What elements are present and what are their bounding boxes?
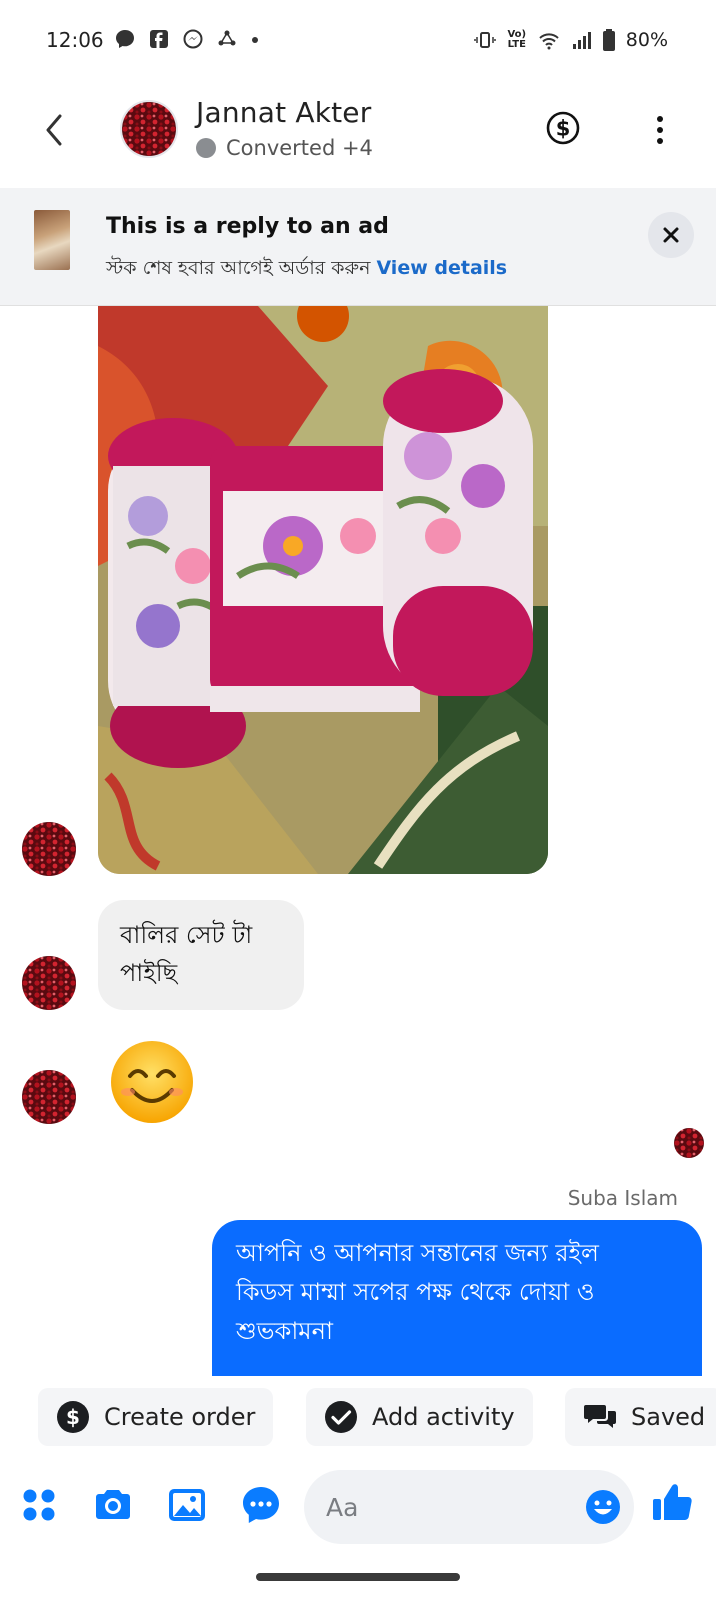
ad-reply-banner: This is a reply to an ad স্টক শেষ হবার আ… xyxy=(0,188,716,306)
conversation-header: Jannat Akter Converted +4 $ xyxy=(0,88,716,184)
signal-icon xyxy=(572,32,591,49)
photo-message-pillow-set[interactable] xyxy=(98,306,548,874)
ad-subtitle-text: স্টক শেষ হবার আগেই অর্ডার করুন xyxy=(106,257,371,279)
message-composer xyxy=(0,1462,716,1552)
check-circle-icon xyxy=(325,1401,357,1433)
contact-name[interactable]: Jannat Akter xyxy=(196,96,371,129)
messenger-outline-icon xyxy=(183,29,203,49)
back-arrow-icon[interactable] xyxy=(38,108,74,152)
outgoing-message-line: কিডস মাম্মা সপের পক্ষ থেকে দোয়া ও xyxy=(236,1278,595,1306)
chat-options-icon[interactable] xyxy=(240,1484,282,1526)
create-order-label: Create order xyxy=(104,1403,256,1431)
volte-indicator: Vo) LTE xyxy=(507,29,527,50)
pillow-set-photo xyxy=(98,306,548,874)
contact-status: Converted +4 xyxy=(196,136,373,160)
offline-dot-icon xyxy=(196,138,216,158)
wifi-icon xyxy=(539,33,559,50)
system-indicators: Vo) LTE 80% xyxy=(474,28,668,52)
incoming-message-line: বালির সেট টা xyxy=(120,921,253,949)
sender-avatar[interactable] xyxy=(22,822,76,876)
gallery-icon[interactable] xyxy=(166,1484,208,1526)
emoji-picker-icon[interactable] xyxy=(584,1488,622,1526)
vibrate-icon xyxy=(474,32,496,48)
ad-banner-title: This is a reply to an ad xyxy=(106,214,389,239)
ad-thumbnail[interactable] xyxy=(34,210,70,270)
outgoing-message-line: আপনি ও আপনার সন্তানের জন্য রইল xyxy=(236,1239,599,1267)
saved-replies-label: Saved xyxy=(631,1403,706,1431)
add-activity-label: Add activity xyxy=(372,1403,515,1431)
chat-bubbles-icon xyxy=(584,1405,616,1428)
close-banner-button[interactable] xyxy=(648,212,694,258)
saved-replies-button[interactable]: Saved xyxy=(565,1388,716,1446)
ad-banner-subtitle: স্টক শেষ হবার আগেই অর্ডার করুন View detai… xyxy=(106,254,507,286)
dollar-circle-icon: $ xyxy=(57,1401,89,1433)
close-icon xyxy=(663,227,679,243)
smiling-emoji-message[interactable] xyxy=(108,1038,196,1126)
dollar-circle-icon[interactable]: $ xyxy=(545,110,581,146)
messenger-notification-icon xyxy=(116,30,134,48)
battery-icon xyxy=(602,29,615,51)
apps-menu-icon[interactable] xyxy=(18,1484,60,1526)
add-activity-button[interactable]: Add activity xyxy=(306,1388,533,1446)
contact-avatar[interactable] xyxy=(120,100,178,158)
create-order-button[interactable]: $ Create order xyxy=(38,1388,274,1446)
svg-text:$: $ xyxy=(66,1405,80,1429)
home-indicator[interactable] xyxy=(256,1573,460,1581)
like-thumbs-up-icon[interactable] xyxy=(650,1480,694,1524)
outgoing-message-bubble[interactable]: আপনি ও আপনার সন্তানের জন্য রইল কিডস মাম্… xyxy=(212,1220,702,1376)
status-time: 12:06 xyxy=(46,28,104,52)
quick-actions-bar: $ Create order Add activity Saved xyxy=(0,1384,716,1448)
status-bar: 12:06 Vo) LTE 80% xyxy=(0,0,716,80)
battery-percentage: 80% xyxy=(625,29,668,51)
svg-text:$: $ xyxy=(556,117,571,141)
camera-icon[interactable] xyxy=(92,1484,134,1526)
read-receipt-avatar xyxy=(674,1128,704,1158)
more-notifications-dot-icon xyxy=(252,37,258,43)
incoming-message-line: পাইছি xyxy=(120,959,178,987)
facebook-notification-icon xyxy=(150,30,168,48)
incoming-message-bubble[interactable]: বালির সেট টা পাইছি xyxy=(98,900,304,1010)
outgoing-message-line: শুভকামনা xyxy=(236,1317,333,1345)
sender-avatar[interactable] xyxy=(22,956,76,1010)
view-details-link[interactable]: View details xyxy=(376,257,507,279)
sync-icon xyxy=(218,30,236,46)
outgoing-sender-name: Suba Islam xyxy=(567,1186,678,1210)
sender-avatar[interactable] xyxy=(22,1070,76,1124)
message-input[interactable] xyxy=(326,1488,556,1526)
notification-icons xyxy=(114,28,260,50)
more-options-icon[interactable] xyxy=(646,112,674,148)
message-input-container[interactable] xyxy=(304,1470,634,1544)
contact-status-label: Converted +4 xyxy=(226,136,373,160)
